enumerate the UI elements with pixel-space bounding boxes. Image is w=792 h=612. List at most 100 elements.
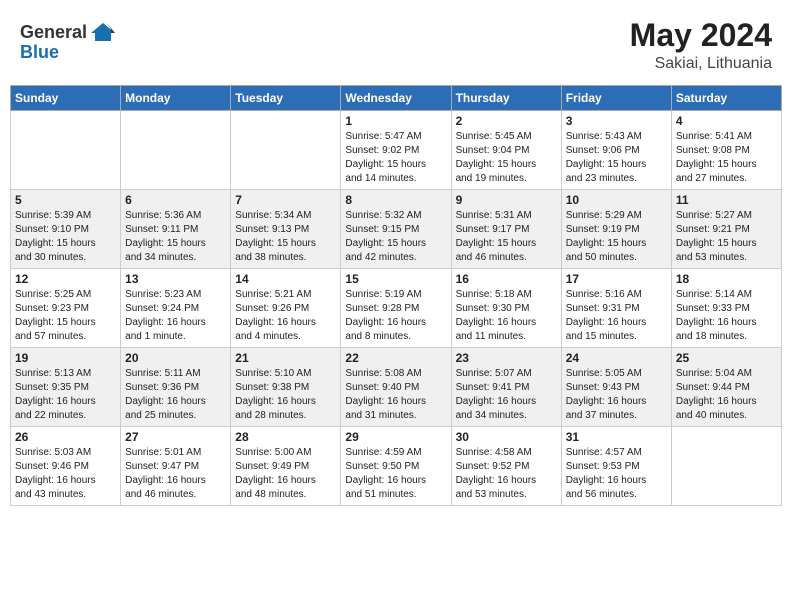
day-number: 21 bbox=[235, 351, 336, 365]
day-number: 27 bbox=[125, 430, 226, 444]
calendar-cell: 14 Sunrise: 5:21 AM Sunset: 9:26 PM Dayli… bbox=[231, 269, 341, 348]
day-number: 13 bbox=[125, 272, 226, 286]
calendar-cell: 15 Sunrise: 5:19 AM Sunset: 9:28 PM Dayli… bbox=[341, 269, 451, 348]
day-detail: Sunrise: 5:19 AM Sunset: 9:28 PM Dayligh… bbox=[345, 288, 446, 344]
calendar-cell: 28 Sunrise: 5:00 AM Sunset: 9:49 PM Dayli… bbox=[231, 427, 341, 506]
day-detail: Sunrise: 5:01 AM Sunset: 9:47 PM Dayligh… bbox=[125, 446, 226, 502]
day-number: 28 bbox=[235, 430, 336, 444]
day-number: 17 bbox=[566, 272, 667, 286]
calendar-cell: 27 Sunrise: 5:01 AM Sunset: 9:47 PM Dayli… bbox=[121, 427, 231, 506]
calendar-cell bbox=[671, 427, 781, 506]
day-detail: Sunrise: 5:08 AM Sunset: 9:40 PM Dayligh… bbox=[345, 367, 446, 423]
day-number: 10 bbox=[566, 193, 667, 207]
day-number: 31 bbox=[566, 430, 667, 444]
day-detail: Sunrise: 5:05 AM Sunset: 9:43 PM Dayligh… bbox=[566, 367, 667, 423]
day-number: 29 bbox=[345, 430, 446, 444]
day-number: 6 bbox=[125, 193, 226, 207]
calendar-week-row: 12Sunrise: 5:25 AM Sunset: 9:23 PM Dayli… bbox=[11, 269, 782, 348]
col-monday: Monday bbox=[121, 86, 231, 111]
col-friday: Friday bbox=[561, 86, 671, 111]
day-detail: Sunrise: 4:58 AM Sunset: 9:52 PM Dayligh… bbox=[456, 446, 557, 502]
day-detail: Sunrise: 5:31 AM Sunset: 9:17 PM Dayligh… bbox=[456, 209, 557, 265]
day-number: 22 bbox=[345, 351, 446, 365]
calendar-cell: 22 Sunrise: 5:08 AM Sunset: 9:40 PM Dayli… bbox=[341, 348, 451, 427]
logo-general: General bbox=[20, 22, 87, 43]
col-saturday: Saturday bbox=[671, 86, 781, 111]
day-detail: Sunrise: 5:32 AM Sunset: 9:15 PM Dayligh… bbox=[345, 209, 446, 265]
day-detail: Sunrise: 5:14 AM Sunset: 9:33 PM Dayligh… bbox=[676, 288, 777, 344]
day-number: 8 bbox=[345, 193, 446, 207]
calendar-cell: 23 Sunrise: 5:07 AM Sunset: 9:41 PM Dayli… bbox=[451, 348, 561, 427]
day-number: 30 bbox=[456, 430, 557, 444]
day-detail: Sunrise: 5:36 AM Sunset: 9:11 PM Dayligh… bbox=[125, 209, 226, 265]
day-number: 15 bbox=[345, 272, 446, 286]
calendar-cell: 21 Sunrise: 5:10 AM Sunset: 9:38 PM Dayli… bbox=[231, 348, 341, 427]
day-detail: Sunrise: 5:07 AM Sunset: 9:41 PM Dayligh… bbox=[456, 367, 557, 423]
day-number: 23 bbox=[456, 351, 557, 365]
day-number: 14 bbox=[235, 272, 336, 286]
day-number: 16 bbox=[456, 272, 557, 286]
day-detail: Sunrise: 5:16 AM Sunset: 9:31 PM Dayligh… bbox=[566, 288, 667, 344]
calendar-cell: 26 Sunrise: 5:03 AM Sunset: 9:46 PM Dayli… bbox=[11, 427, 121, 506]
month-year: May 2024 bbox=[630, 18, 772, 53]
day-number: 19 bbox=[15, 351, 116, 365]
calendar-body: 1Sunrise: 5:47 AM Sunset: 9:02 PM Daylig… bbox=[11, 111, 782, 506]
calendar-cell: 31Sunrise: 4:57 AM Sunset: 9:53 PM Dayli… bbox=[561, 427, 671, 506]
day-detail: Sunrise: 5:45 AM Sunset: 9:04 PM Dayligh… bbox=[456, 130, 557, 186]
day-detail: Sunrise: 5:43 AM Sunset: 9:06 PM Dayligh… bbox=[566, 130, 667, 186]
col-thursday: Thursday bbox=[451, 86, 561, 111]
calendar-cell: 4Sunrise: 5:41 AM Sunset: 9:08 PM Daylig… bbox=[671, 111, 781, 190]
day-number: 25 bbox=[676, 351, 777, 365]
calendar-cell: 30 Sunrise: 4:58 AM Sunset: 9:52 PM Dayli… bbox=[451, 427, 561, 506]
day-number: 20 bbox=[125, 351, 226, 365]
day-detail: Sunrise: 5:13 AM Sunset: 9:35 PM Dayligh… bbox=[15, 367, 116, 423]
day-detail: Sunrise: 5:41 AM Sunset: 9:08 PM Dayligh… bbox=[676, 130, 777, 186]
location: Sakiai, Lithuania bbox=[630, 55, 772, 73]
calendar-header-row: Sunday Monday Tuesday Wednesday Thursday… bbox=[11, 86, 782, 111]
day-number: 26 bbox=[15, 430, 116, 444]
calendar-cell: 8 Sunrise: 5:32 AM Sunset: 9:15 PM Daylig… bbox=[341, 190, 451, 269]
calendar-cell: 6 Sunrise: 5:36 AM Sunset: 9:11 PM Daylig… bbox=[121, 190, 231, 269]
logo-blue: Blue bbox=[20, 42, 117, 63]
day-detail: Sunrise: 4:59 AM Sunset: 9:50 PM Dayligh… bbox=[345, 446, 446, 502]
day-detail: Sunrise: 5:10 AM Sunset: 9:38 PM Dayligh… bbox=[235, 367, 336, 423]
calendar-cell bbox=[231, 111, 341, 190]
calendar-cell: 7 Sunrise: 5:34 AM Sunset: 9:13 PM Daylig… bbox=[231, 190, 341, 269]
day-detail: Sunrise: 5:34 AM Sunset: 9:13 PM Dayligh… bbox=[235, 209, 336, 265]
day-detail: Sunrise: 5:23 AM Sunset: 9:24 PM Dayligh… bbox=[125, 288, 226, 344]
calendar-week-row: 5 Sunrise: 5:39 AM Sunset: 9:10 PM Daylig… bbox=[11, 190, 782, 269]
calendar-cell: 18 Sunrise: 5:14 AM Sunset: 9:33 PM Dayli… bbox=[671, 269, 781, 348]
day-number: 11 bbox=[676, 193, 777, 207]
day-number: 18 bbox=[676, 272, 777, 286]
calendar-week-row: 1Sunrise: 5:47 AM Sunset: 9:02 PM Daylig… bbox=[11, 111, 782, 190]
calendar-cell: 2Sunrise: 5:45 AM Sunset: 9:04 PM Daylig… bbox=[451, 111, 561, 190]
day-detail: Sunrise: 5:39 AM Sunset: 9:10 PM Dayligh… bbox=[15, 209, 116, 265]
day-detail: Sunrise: 5:25 AM Sunset: 9:23 PM Dayligh… bbox=[15, 288, 116, 344]
day-detail: Sunrise: 5:47 AM Sunset: 9:02 PM Dayligh… bbox=[345, 130, 446, 186]
calendar-week-row: 19 Sunrise: 5:13 AM Sunset: 9:35 PM Dayli… bbox=[11, 348, 782, 427]
day-number: 7 bbox=[235, 193, 336, 207]
day-detail: Sunrise: 5:04 AM Sunset: 9:44 PM Dayligh… bbox=[676, 367, 777, 423]
day-detail: Sunrise: 5:00 AM Sunset: 9:49 PM Dayligh… bbox=[235, 446, 336, 502]
calendar-cell: 19 Sunrise: 5:13 AM Sunset: 9:35 PM Dayli… bbox=[11, 348, 121, 427]
col-tuesday: Tuesday bbox=[231, 86, 341, 111]
day-detail: Sunrise: 5:18 AM Sunset: 9:30 PM Dayligh… bbox=[456, 288, 557, 344]
calendar-cell: 3Sunrise: 5:43 AM Sunset: 9:06 PM Daylig… bbox=[561, 111, 671, 190]
day-detail: Sunrise: 5:21 AM Sunset: 9:26 PM Dayligh… bbox=[235, 288, 336, 344]
calendar-cell: 17 Sunrise: 5:16 AM Sunset: 9:31 PM Dayli… bbox=[561, 269, 671, 348]
day-number: 5 bbox=[15, 193, 116, 207]
day-number: 24 bbox=[566, 351, 667, 365]
calendar-cell bbox=[11, 111, 121, 190]
calendar-cell: 20Sunrise: 5:11 AM Sunset: 9:36 PM Dayli… bbox=[121, 348, 231, 427]
day-number: 9 bbox=[456, 193, 557, 207]
calendar-cell: 5 Sunrise: 5:39 AM Sunset: 9:10 PM Daylig… bbox=[11, 190, 121, 269]
day-detail: Sunrise: 5:27 AM Sunset: 9:21 PM Dayligh… bbox=[676, 209, 777, 265]
col-sunday: Sunday bbox=[11, 86, 121, 111]
day-detail: Sunrise: 5:29 AM Sunset: 9:19 PM Dayligh… bbox=[566, 209, 667, 265]
calendar-cell: 25 Sunrise: 5:04 AM Sunset: 9:44 PM Dayli… bbox=[671, 348, 781, 427]
day-detail: Sunrise: 5:03 AM Sunset: 9:46 PM Dayligh… bbox=[15, 446, 116, 502]
calendar-week-row: 26 Sunrise: 5:03 AM Sunset: 9:46 PM Dayli… bbox=[11, 427, 782, 506]
calendar-cell: 1Sunrise: 5:47 AM Sunset: 9:02 PM Daylig… bbox=[341, 111, 451, 190]
calendar-cell: 10 Sunrise: 5:29 AM Sunset: 9:19 PM Dayli… bbox=[561, 190, 671, 269]
calendar-cell bbox=[121, 111, 231, 190]
